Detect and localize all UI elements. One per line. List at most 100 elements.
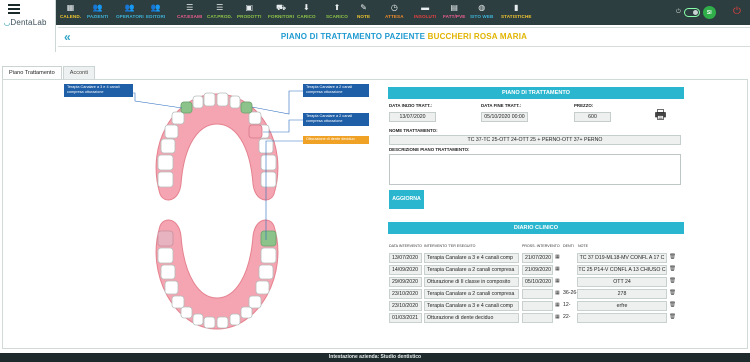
next-date-cell[interactable]: 05/10/2020 00:00 (522, 277, 553, 287)
note-cell[interactable]: erfre (577, 301, 667, 311)
page-title-bar: « PIANO DI TRATTAMENTO PAZIENTE BUCCHERI… (58, 27, 750, 47)
nav-item-fornitori[interactable]: ⛟ FORNITORI (268, 3, 294, 19)
note-cell[interactable]: TC 25 P14-V CONFL A 13 CHIUSO C (577, 265, 667, 275)
nav-item-calend[interactable]: ▦ CALEND. (60, 3, 81, 19)
note-cell[interactable] (577, 313, 667, 323)
table-row: 13/07/2020 Terapia Canalare a 3 e 4 canal… (389, 253, 683, 264)
chart-icon: ▮ (514, 3, 519, 12)
table-row: 14/09/2020 Terapia Canalare a 2 canali co… (389, 265, 683, 276)
date-cell[interactable]: 23/10/2020 (389, 289, 422, 299)
nav-item-attesa[interactable]: ◷ ATTESA (385, 3, 404, 19)
nav-label: CAT.ESAMI (177, 14, 203, 19)
nav-label: PAZIENTI (87, 14, 109, 19)
calendar-icon[interactable]: ▦ (555, 278, 560, 284)
calendar-icon[interactable]: ▦ (555, 290, 560, 296)
page-title: PIANO DI TRATTAMENTO PAZIENTE BUCCHERI R… (280, 32, 528, 41)
operators-icon: 👥 (124, 3, 135, 12)
power-toggle-icon[interactable]: ⏻ (676, 9, 681, 16)
calendar-icon[interactable]: ▦ (555, 254, 560, 260)
end-date-field[interactable]: 05/10/2020 00:00 (481, 112, 528, 122)
start-date-field[interactable]: 13/07/2020 (389, 112, 436, 122)
nav-label: STATISTICHE (501, 14, 532, 19)
treatment-select[interactable]: Terapia Canalare a 3 e 4 canali comp (424, 253, 519, 263)
trash-icon[interactable]: 🗑 (669, 278, 676, 285)
price-field[interactable]: 600 (574, 112, 611, 122)
tab-acconti[interactable]: Acconti (62, 66, 96, 79)
nav-item-prodotti[interactable]: ▣ PRODOTTI (237, 3, 262, 19)
table-row: 01/03/2021 Otturazione di dente deciduo ▦ 2… (389, 313, 683, 324)
treatment-select[interactable]: Otturazione di dente deciduo (424, 313, 519, 323)
nav-label: OPERATORI (116, 14, 144, 19)
treatment-select[interactable]: Terapia Canalare a 3 e 4 canali comp (424, 301, 519, 311)
nav-label: ATTESA (385, 14, 404, 19)
nav-item-fatt-pve[interactable]: ▤ FATT/PVE (443, 3, 465, 19)
calendar-icon[interactable]: ▦ (555, 314, 560, 320)
box-icon: ▣ (245, 3, 254, 12)
col-header-date: DATA INTERVENTO (389, 244, 422, 248)
nav-item-cat-esami[interactable]: ☰ CAT.ESAMI (177, 3, 202, 19)
update-button[interactable]: AGGIORNA (389, 190, 424, 209)
trash-icon[interactable]: 🗑 (669, 302, 676, 309)
next-date-cell[interactable] (522, 313, 553, 323)
start-date-label: DATA INIZIO TRATT.: (389, 103, 433, 108)
treatment-select[interactable]: Terapia Canalare a 2 canali compresa (424, 289, 519, 299)
treatment-name-field[interactable]: TC 37-TC 25-OTT 24-OTT 25 + PERNO-OTT 37… (389, 135, 681, 145)
nav-item-cat-prod[interactable]: ☰ CAT.PROD. (207, 3, 232, 19)
treatment-select[interactable]: Terapia Canalare a 2 canali compresa (424, 265, 519, 275)
globe-icon: ◍ (478, 3, 486, 12)
nav-item-editori[interactable]: 👥 EDITORI (146, 3, 165, 19)
teeth-cell (561, 253, 577, 263)
treatment-select[interactable]: Otturazione di II classe in composito (424, 277, 519, 287)
nav-label: SITO WEB (470, 14, 494, 19)
teeth-cell: 22- (563, 314, 571, 320)
calendar-icon[interactable]: ▦ (555, 266, 560, 272)
nav-item-scarico[interactable]: ⬆ SCARICO (326, 3, 348, 19)
callout-root-canal-3-4: Terapia Canalare a 3 e 4 canali compresa… (64, 84, 133, 97)
next-date-cell[interactable]: 21/07/2020 00:00 (522, 253, 553, 263)
note-cell[interactable]: TC 37 D19-ML18-MV CONFL A 17 C (577, 253, 667, 263)
note-cell[interactable]: 278 (577, 289, 667, 299)
price-label: PREZZO: (574, 103, 594, 108)
callout-root-canal-2-a: Terapia Canalare a 2 canali compresa ott… (303, 84, 369, 97)
next-date-cell[interactable] (522, 289, 553, 299)
hamburger-menu-icon[interactable] (8, 4, 20, 14)
nav-item-note[interactable]: ✎ NOTE (357, 3, 370, 19)
trash-icon[interactable]: 🗑 (669, 314, 676, 321)
nav-item-pazienti[interactable]: 👥 PAZIENTI (87, 3, 108, 19)
date-cell[interactable]: 23/10/2020 (389, 301, 422, 311)
note-cell[interactable]: OTT 24 (577, 277, 667, 287)
app-logo: ◡DentaLab (4, 18, 47, 27)
tab-piano-trattamento[interactable]: Piano Trattamento (2, 66, 62, 79)
nav-item-operatori[interactable]: 👥 OPERATORI (116, 3, 144, 19)
description-textarea[interactable] (389, 154, 681, 185)
trash-icon[interactable]: 🗑 (669, 290, 676, 297)
printer-icon[interactable] (655, 109, 666, 120)
nav-label: CALEND. (60, 14, 82, 19)
trash-icon[interactable]: 🗑 (669, 254, 676, 261)
col-header-treatment: INTERVENTO 'TER ESEGUITO (424, 244, 476, 248)
tab-bar: Piano Trattamento Acconti (2, 66, 96, 79)
teeth-cell (561, 265, 577, 275)
date-cell[interactable]: 01/03/2021 (389, 313, 422, 323)
table-row: 23/10/2020 Terapia Canalare a 3 e 4 canal… (389, 301, 683, 312)
nav-item-sito-web[interactable]: ◍ SITO WEB (470, 3, 493, 19)
nav-item-insoluti[interactable]: ▬ INSOLUTI (414, 3, 436, 19)
trash-icon[interactable]: 🗑 (669, 266, 676, 273)
calendar-icon[interactable]: ▦ (555, 302, 560, 308)
nav-item-carico[interactable]: ⬇ CARICO (297, 3, 316, 19)
status-toggle[interactable] (683, 8, 700, 17)
teeth-cell: 36-26- (563, 290, 577, 296)
invoice-icon: ▤ (450, 3, 458, 12)
sidebar-logo-panel: ◡DentaLab (0, 0, 56, 52)
logout-icon[interactable]: ⏻ (733, 7, 743, 17)
patient-name: BUCCHERI ROSA MARIA (427, 32, 528, 41)
nav-item-statistiche[interactable]: ▮ STATISTICHE (501, 3, 532, 19)
teeth-cell: 12- (563, 302, 571, 308)
next-date-cell[interactable] (522, 301, 553, 311)
col-header-note: NOTE (578, 244, 588, 248)
callout-root-canal-2-b: Terapia Canalare a 2 canali compresa ott… (303, 113, 369, 126)
date-cell[interactable]: 13/07/2020 (389, 253, 422, 263)
date-cell[interactable]: 14/09/2020 (389, 265, 422, 275)
date-cell[interactable]: 29/09/2020 (389, 277, 422, 287)
next-date-cell[interactable]: 21/09/2020 00:00 (522, 265, 553, 275)
